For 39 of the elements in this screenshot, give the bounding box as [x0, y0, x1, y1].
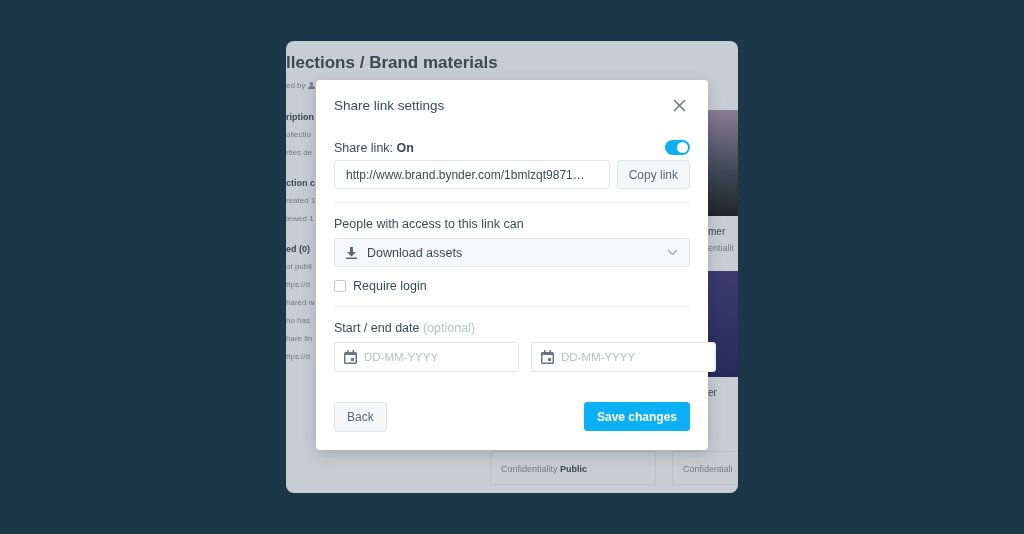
byline-text: ed by — [286, 81, 306, 90]
detail-text: iewed 1 — [286, 214, 314, 223]
date-label: Start / end date (optional) — [334, 321, 477, 335]
share-link-toggle[interactable] — [665, 140, 690, 155]
require-login-label: Require login — [353, 279, 427, 293]
detail-text: hared w — [286, 298, 315, 307]
close-icon[interactable] — [673, 98, 686, 112]
copy-link-button[interactable]: Copy link — [616, 160, 690, 189]
detail-text: reated 1 — [286, 196, 316, 205]
detail-text: ho has — [286, 316, 311, 325]
asset-meta: entialit — [708, 243, 734, 253]
download-icon — [346, 246, 357, 259]
section-heading: ction c — [286, 178, 315, 188]
access-dropdown[interactable]: Download assets — [334, 238, 690, 267]
require-login-checkbox[interactable] — [334, 280, 346, 292]
detail-text: rties de — [286, 148, 313, 157]
section-heading: ription — [286, 112, 314, 122]
calendar-icon — [344, 350, 357, 364]
chevron-down-icon — [667, 249, 678, 256]
asset-title: er — [708, 386, 717, 400]
asset-title: mer — [708, 225, 726, 239]
calendar-icon — [541, 350, 554, 364]
section-heading: ed (0) — [286, 244, 310, 254]
share-link-status: Share link: On — [334, 140, 414, 155]
detail-text: ttps://d — [286, 352, 310, 361]
detail-text: ot publi — [286, 262, 312, 271]
page-title: llections / Brand materials — [286, 53, 498, 73]
dialog-title: Share link settings — [334, 97, 445, 113]
date-field[interactable]: DD-MM-YYYY — [531, 342, 716, 372]
detail-text: ollectio — [286, 130, 311, 139]
detail-text: ttps://d — [286, 280, 310, 289]
date-field[interactable]: DD-MM-YYYY — [334, 342, 519, 372]
confidentiality-tag: Confidentiality Public — [490, 451, 656, 485]
back-button[interactable]: Back — [334, 402, 387, 432]
share-url-field[interactable]: http://www.brand.bynder.com/1bmlzqt9871… — [334, 160, 610, 189]
confidentiality-tag: Confidentiali — [672, 451, 738, 485]
detail-text: hare lin — [286, 334, 313, 343]
user-icon — [307, 82, 315, 89]
access-label: People with access to this link can — [334, 217, 525, 231]
